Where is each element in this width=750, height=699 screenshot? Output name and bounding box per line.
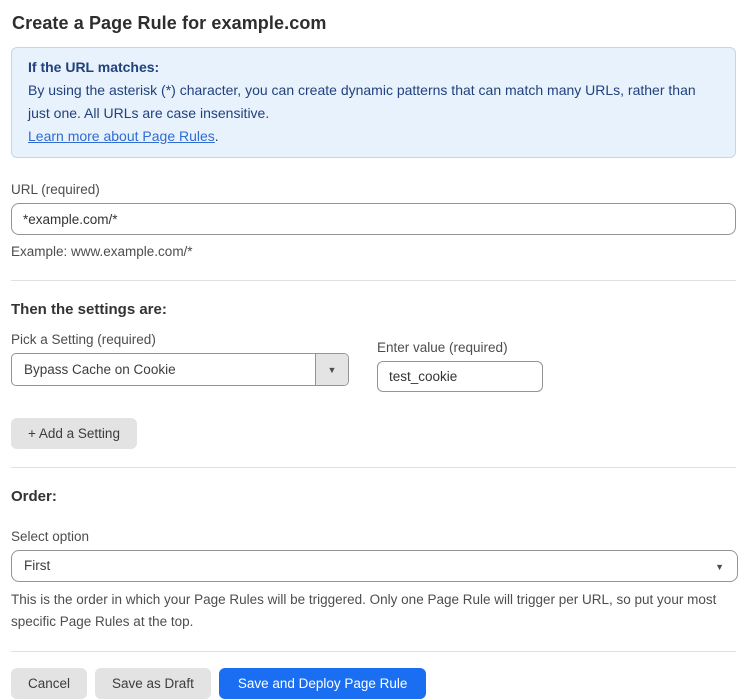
learn-more-page-rules-link[interactable]: Learn more about Page Rules: [28, 128, 215, 144]
info-box-link-line: Learn more about Page Rules.: [28, 125, 719, 148]
save-deploy-button[interactable]: Save and Deploy Page Rule: [219, 668, 427, 699]
info-box-body: By using the asterisk (*) character, you…: [28, 79, 719, 125]
footer-divider: [11, 651, 736, 652]
chevron-down-icon: ▼: [715, 562, 724, 572]
section-divider: [11, 467, 736, 468]
enter-value-label: Enter value (required): [377, 340, 543, 355]
pick-setting-selected-value: Bypass Cache on Cookie: [12, 354, 315, 385]
footer-actions: Cancel Save as Draft Save and Deploy Pag…: [11, 668, 736, 699]
setting-value-input[interactable]: [377, 361, 543, 392]
enter-value-column: Enter value (required): [377, 318, 543, 392]
pick-setting-select[interactable]: Bypass Cache on Cookie ▼: [11, 353, 349, 386]
pick-setting-label: Pick a Setting (required): [11, 332, 349, 347]
chevron-down-icon: ▼: [328, 365, 337, 375]
order-select-label: Select option: [11, 529, 736, 544]
link-suffix-period: .: [215, 128, 219, 144]
url-example-help: Example: www.example.com/*: [11, 241, 736, 262]
setting-row: Pick a Setting (required) Bypass Cache o…: [11, 318, 736, 392]
url-field-label: URL (required): [11, 182, 736, 197]
pick-setting-column: Pick a Setting (required) Bypass Cache o…: [11, 318, 349, 386]
page-title: Create a Page Rule for example.com: [11, 0, 736, 44]
order-section-heading: Order:: [11, 488, 736, 505]
cancel-button[interactable]: Cancel: [11, 668, 87, 699]
create-page-rule-form: Create a Page Rule for example.com If th…: [0, 0, 750, 699]
settings-section-heading: Then the settings are:: [11, 301, 736, 318]
info-box-heading: If the URL matches:: [28, 56, 719, 79]
url-input[interactable]: [11, 203, 736, 235]
url-match-info-box: If the URL matches: By using the asteris…: [11, 47, 736, 158]
save-draft-button[interactable]: Save as Draft: [95, 668, 211, 699]
order-selected-value: First: [12, 551, 737, 581]
add-setting-button[interactable]: + Add a Setting: [11, 418, 137, 449]
order-help-text: This is the order in which your Page Rul…: [11, 589, 736, 633]
pick-setting-dropdown-button[interactable]: ▼: [315, 354, 348, 385]
order-select[interactable]: First ▼: [11, 550, 738, 582]
section-divider: [11, 280, 736, 281]
